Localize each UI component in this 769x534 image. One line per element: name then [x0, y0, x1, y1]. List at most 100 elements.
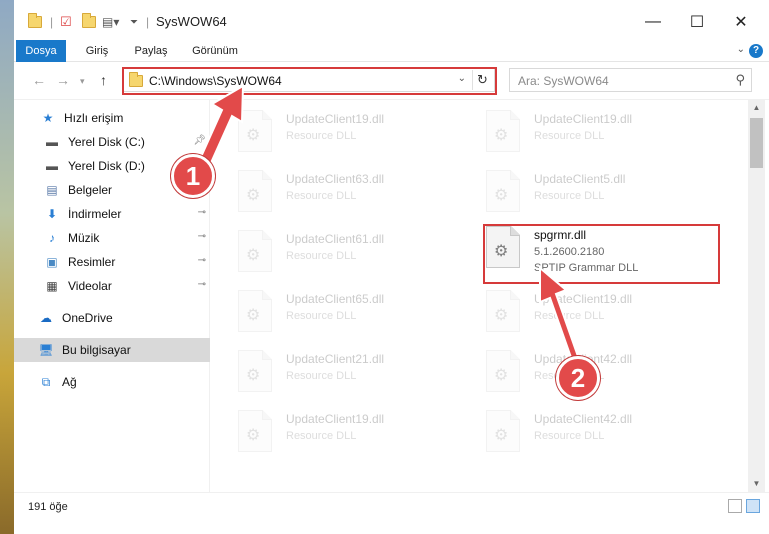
back-arrow-icon[interactable]: ← [32, 72, 46, 88]
forward-arrow-icon[interactable]: → [56, 72, 70, 88]
file-name: UpdateClient65.dll [286, 292, 385, 306]
file-item[interactable]: ⚙ UpdateClient19.dll Resource DLL [466, 104, 702, 162]
up-arrow-icon[interactable]: ↑ [100, 72, 107, 88]
file-item[interactable]: ⚙ UpdateClient42.dll Resource DLL [466, 404, 702, 462]
sidebar-item-downloads[interactable]: ⬇ İndirmeler ⊸ [14, 202, 210, 226]
address-path[interactable]: C:\Windows\SysWOW64 [149, 74, 282, 88]
file-name: UpdateClient61.dll [286, 232, 385, 246]
file-type: Resource DLL [286, 130, 357, 142]
sidebar-item-quick-access[interactable]: ★ Hızlı erişim [14, 106, 210, 130]
sidebar-item-network[interactable]: ⧉ Ağ [14, 370, 210, 394]
file-item[interactable]: ⚙ UpdateClient61.dll Resource DLL [218, 224, 454, 282]
file-type: Resource DLL [286, 430, 357, 442]
dll-file-icon: ⚙ [486, 410, 520, 452]
details-view-icon[interactable] [728, 499, 742, 513]
vertical-scrollbar[interactable]: ▲ ▼ [748, 100, 765, 492]
sidebar-item-label: Yerel Disk (D:) [68, 159, 145, 173]
sidebar-item-this-pc[interactable]: 🖥︎ Bu bilgisayar [14, 338, 210, 362]
sidebar-item-pictures[interactable]: ▣ Resimler ⊸ [14, 250, 210, 274]
file-item[interactable]: ⚙ UpdateClient19.dll Resource DLL [218, 404, 454, 462]
gear-icon: ⚙ [494, 187, 509, 204]
help-icon[interactable]: ? [749, 44, 763, 58]
scroll-thumb[interactable] [750, 118, 763, 168]
annotation-marker-1: 1 [171, 154, 215, 198]
file-name: UpdateClient19.dll [534, 292, 633, 306]
search-icon[interactable]: ⚲ [735, 72, 745, 88]
quick-access-dropdown-icon[interactable]: ⏷ [130, 13, 138, 31]
expand-ribbon-icon[interactable]: ⌄ [737, 44, 745, 55]
dll-file-icon: ⚙ [238, 110, 272, 152]
address-dropdown-icon[interactable]: ⌄ [458, 73, 466, 84]
address-bar[interactable]: C:\Windows\SysWOW64 ⌄ ↻ [122, 68, 495, 92]
file-item[interactable]: ⚙ UpdateClient19.dll Resource DLL [466, 284, 702, 342]
file-name: UpdateClient63.dll [286, 172, 385, 186]
refresh-icon[interactable]: ↻ [472, 70, 492, 90]
pin-icon[interactable]: ⊸ [198, 279, 206, 290]
dll-file-icon: ⚙ [486, 290, 520, 332]
file-item[interactable]: ⚙ UpdateClient63.dll Resource DLL [218, 164, 454, 222]
file-name: UpdateClient19.dll [286, 112, 385, 126]
pictures-icon: ▣ [46, 255, 58, 269]
gear-icon: ⚙ [246, 187, 261, 204]
separator: | [50, 15, 54, 29]
recent-locations-icon[interactable]: ▾ [80, 76, 85, 87]
sidebar-item-label: Yerel Disk (C:) [68, 135, 145, 149]
title-bar: | ☑ ▤▾ ⏷ | SysWOW64 — ☐ ✕ [14, 0, 769, 42]
sidebar-item-music[interactable]: ♪ Müzik ⊸ [14, 226, 210, 250]
maximize-button[interactable]: ☐ [674, 8, 720, 36]
sidebar-item-label: Videolar [68, 279, 112, 293]
file-type: Resource DLL [534, 310, 605, 322]
pin-icon[interactable]: ⊸ [198, 207, 206, 218]
dll-file-icon: ⚙ [238, 410, 272, 452]
file-item-spgrmr[interactable]: ⚙ spgrmr.dll 5.1.2600.2180 SPTIP Grammar… [466, 220, 702, 278]
item-count: 191 öğe [28, 501, 68, 513]
file-item[interactable]: ⚙ UpdateClient19.dll Resource DLL [218, 104, 454, 162]
sidebar-item-label: Hızlı erişim [64, 111, 124, 125]
sidebar-item-local-disk-c[interactable]: ▬ Yerel Disk (C:) 📌︎ [14, 130, 210, 154]
tab-share[interactable]: Paylaş [128, 40, 174, 62]
gear-icon: ⚙ [246, 127, 261, 144]
file-item[interactable]: ⚙ UpdateClient5.dll Resource DLL [466, 164, 702, 222]
file-list: ⚙ UpdateClient19.dll Resource DLL ⚙ Upda… [218, 100, 748, 492]
video-icon: ▦ [46, 279, 58, 293]
explorer-window: | ☑ ▤▾ ⏷ | SysWOW64 — ☐ ✕ Dosya Giriş Pa… [14, 0, 769, 534]
dll-file-icon: ⚙ [486, 226, 520, 268]
file-item[interactable]: ⚙ UpdateClient65.dll Resource DLL [218, 284, 454, 342]
computer-icon: 🖥︎ [38, 343, 54, 357]
file-type: SPTIP Grammar DLL [534, 262, 639, 274]
large-icons-view-icon[interactable] [746, 499, 760, 513]
file-name: UpdateClient5.dll [534, 172, 626, 186]
file-type: Resource DLL [286, 190, 357, 202]
close-button[interactable]: ✕ [718, 8, 764, 36]
search-placeholder: Ara: SysWOW64 [518, 74, 609, 88]
dll-file-icon: ⚙ [486, 170, 520, 212]
gear-icon: ⚙ [246, 247, 261, 264]
search-input[interactable]: Ara: SysWOW64 ⚲ [509, 68, 752, 92]
sidebar-item-onedrive[interactable]: ☁ OneDrive [14, 306, 210, 330]
gear-icon: ⚙ [494, 127, 509, 144]
file-name: UpdateClient42.dll [534, 412, 633, 426]
pin-icon[interactable]: ⊸ [198, 255, 206, 266]
music-icon: ♪ [49, 231, 55, 245]
new-folder-icon[interactable] [82, 13, 96, 31]
gear-icon: ⚙ [246, 427, 261, 444]
folder-icon [129, 72, 143, 87]
customize-toolbar-icon[interactable]: ▤▾ [102, 13, 119, 31]
dll-file-icon: ⚙ [238, 290, 272, 332]
file-item[interactable]: ⚙ UpdateClient21.dll Resource DLL [218, 344, 454, 402]
file-type: Resource DLL [534, 130, 605, 142]
sidebar-item-label: Resimler [68, 255, 116, 269]
scroll-down-icon[interactable]: ▼ [748, 476, 765, 492]
tab-home[interactable]: Giriş [76, 40, 118, 62]
tab-view[interactable]: Görünüm [186, 40, 244, 62]
sidebar-item-label: Müzik [68, 231, 100, 245]
pin-icon[interactable]: ⊸ [198, 231, 206, 242]
sidebar-item-videos[interactable]: ▦ Videolar ⊸ [14, 274, 210, 298]
file-type: Resource DLL [286, 310, 357, 322]
pin-icon[interactable]: 📌︎ [193, 135, 206, 146]
minimize-button[interactable]: — [630, 8, 676, 36]
scroll-up-icon[interactable]: ▲ [748, 100, 765, 116]
dll-file-icon: ⚙ [238, 350, 272, 392]
sidebar-item-label: OneDrive [62, 311, 113, 325]
properties-icon[interactable]: ☑ [60, 13, 72, 31]
